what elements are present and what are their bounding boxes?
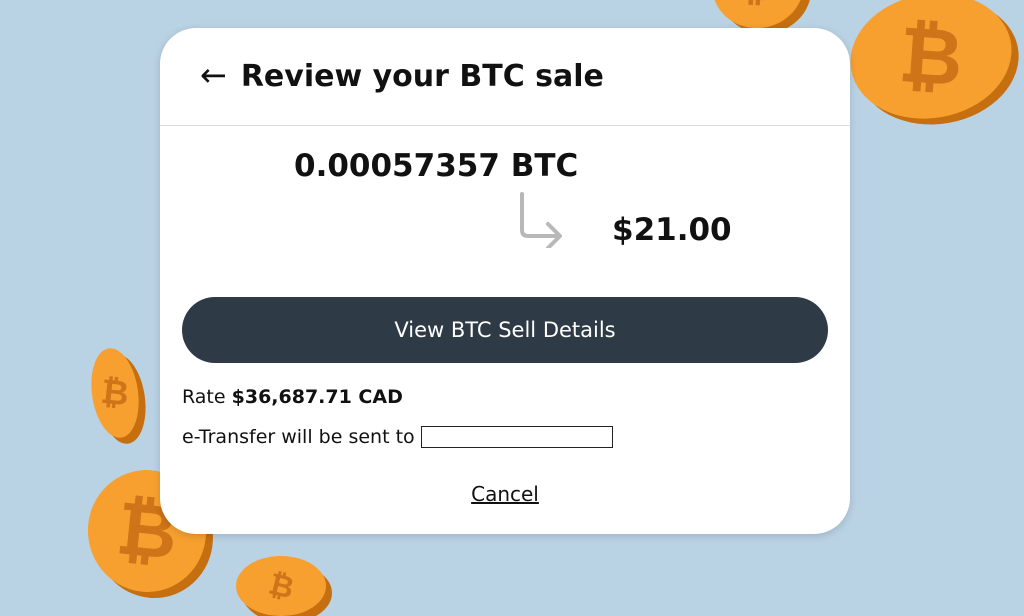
bitcoin-coin-decoration: ₿ bbox=[840, 0, 1022, 132]
rate-value: $36,687.71 CAD bbox=[231, 386, 403, 408]
card-header: ← Review your BTC sale bbox=[160, 28, 850, 126]
cancel-container: Cancel bbox=[160, 482, 850, 506]
btc-amount: 0.00057357 BTC bbox=[294, 148, 579, 184]
transfer-line: e-Transfer will be sent to bbox=[182, 426, 613, 448]
view-sell-details-button[interactable]: View BTC Sell Details bbox=[182, 297, 828, 363]
transfer-label: e-Transfer will be sent to bbox=[182, 426, 415, 448]
cancel-link[interactable]: Cancel bbox=[471, 482, 539, 506]
back-arrow-icon[interactable]: ← bbox=[200, 59, 227, 91]
bitcoin-coin-decoration: ₿ bbox=[85, 345, 145, 441]
rate-line: Rate $36,687.71 CAD bbox=[182, 386, 403, 408]
bitcoin-coin-decoration: ₿ bbox=[236, 556, 326, 616]
page-title: Review your BTC sale bbox=[240, 59, 604, 94]
rate-label: Rate bbox=[182, 386, 226, 408]
review-sale-card: ← Review your BTC sale 0.00057357 BTC $2… bbox=[160, 28, 850, 534]
convert-arrow-icon bbox=[520, 192, 562, 248]
recipient-email-field[interactable] bbox=[420, 426, 613, 448]
cad-amount: $21.00 bbox=[612, 212, 732, 248]
